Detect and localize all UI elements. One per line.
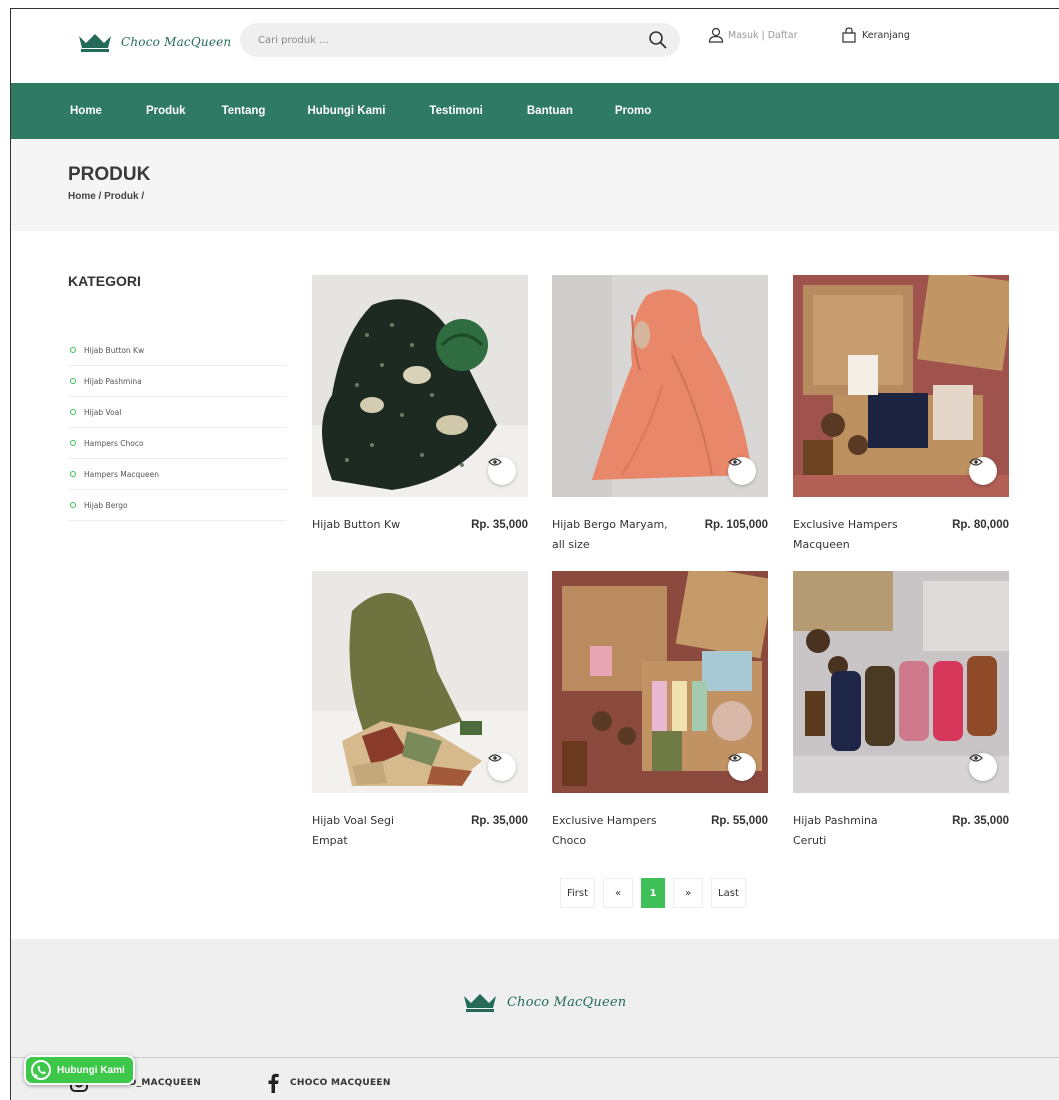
- category-list: Hijab Button Kw Hijab Pashmina Hijab Voa…: [68, 335, 286, 521]
- circle-bullet-icon: [70, 471, 76, 477]
- nav-item-tentang[interactable]: Tentang: [222, 105, 266, 117]
- product-price: Rp. 35,000: [952, 815, 1009, 827]
- account-label[interactable]: Masuk | Daftar: [728, 30, 798, 41]
- product-price: Rp. 35,000: [471, 815, 528, 827]
- category-item-hijab-voal[interactable]: Hijab Voal: [68, 397, 286, 428]
- breadcrumb[interactable]: Home / Produk /: [68, 191, 144, 202]
- product-image[interactable]: [793, 275, 1009, 497]
- quick-view-button[interactable]: [488, 753, 516, 781]
- search-box: [240, 23, 680, 57]
- search-icon[interactable]: [648, 30, 668, 50]
- cart-label[interactable]: Keranjang: [862, 30, 910, 41]
- quick-view-button[interactable]: [488, 457, 516, 485]
- product-card[interactable]: Hijab Bergo Maryam, all size Rp. 105,000: [552, 275, 768, 551]
- product-image[interactable]: [552, 571, 768, 793]
- product-name[interactable]: Hijab Voal Segi Empat: [312, 811, 432, 851]
- product-name[interactable]: Hijab Button Kw: [312, 515, 432, 535]
- search-input[interactable]: [240, 23, 620, 57]
- quick-view-button[interactable]: [969, 753, 997, 781]
- eye-icon: [728, 458, 742, 466]
- product-name[interactable]: Exclusive Hampers Macqueen: [793, 515, 913, 555]
- whatsapp-contact-button[interactable]: Hubungi Kami: [24, 1055, 135, 1085]
- footer: Choco MacQueen CHOCO_MACQUEEN CHOCO MACQ…: [11, 939, 1059, 1100]
- pagination-next[interactable]: »: [673, 878, 704, 908]
- category-label: Hijab Voal: [84, 407, 122, 417]
- product-card[interactable]: Hijab Button Kw Rp. 35,000: [312, 275, 528, 531]
- product-price: Rp. 105,000: [704, 519, 768, 531]
- pagination-page-1[interactable]: 1: [641, 878, 666, 908]
- page-frame: Choco MacQueen Masuk | Daftar Keranjang: [10, 8, 1059, 1100]
- page-header: PRODUK Home / Produk /: [11, 139, 1059, 231]
- quick-view-button[interactable]: [969, 457, 997, 485]
- product-name[interactable]: Hijab Pashmina Ceruti: [793, 811, 913, 851]
- circle-bullet-icon: [70, 440, 76, 446]
- category-label: Hampers Macqueen: [84, 469, 159, 479]
- page-title: PRODUK: [68, 164, 151, 185]
- facebook-icon: [268, 1073, 279, 1093]
- circle-bullet-icon: [70, 502, 76, 508]
- product-card[interactable]: Hijab Voal Segi Empat Rp. 35,000: [312, 571, 528, 847]
- pagination-prev[interactable]: «: [603, 878, 634, 908]
- category-label: Hampers Choco: [84, 438, 144, 448]
- eye-icon: [969, 458, 983, 466]
- product-name[interactable]: Exclusive Hampers Choco: [552, 811, 672, 851]
- product-image[interactable]: [552, 275, 768, 497]
- brand-logo[interactable]: Choco MacQueen: [77, 31, 231, 53]
- product-price: Rp. 80,000: [952, 519, 1009, 531]
- nav-item-hubungi-kami[interactable]: Hubungi Kami: [307, 105, 385, 117]
- facebook-link[interactable]: CHOCO MACQUEEN: [266, 1073, 391, 1093]
- whatsapp-icon: [31, 1060, 51, 1080]
- product-name[interactable]: Hijab Bergo Maryam, all size: [552, 515, 672, 555]
- eye-icon: [728, 754, 742, 762]
- eye-icon: [969, 754, 983, 762]
- crown-icon: [464, 994, 496, 1012]
- nav-item-produk[interactable]: Produk: [146, 105, 186, 117]
- pagination-first[interactable]: First: [560, 878, 596, 908]
- quick-view-button[interactable]: [728, 753, 756, 781]
- footer-brand-name: Choco MacQueen: [507, 994, 627, 1010]
- eye-icon: [488, 754, 502, 762]
- product-card[interactable]: Exclusive Hampers Choco Rp. 55,000: [552, 571, 768, 847]
- nav-item-testimoni[interactable]: Testimoni: [429, 105, 482, 117]
- product-image[interactable]: [793, 571, 1009, 793]
- top-bar: Choco MacQueen Masuk | Daftar Keranjang: [11, 9, 1059, 83]
- shopping-bag-icon: [842, 27, 856, 43]
- product-image[interactable]: [312, 571, 528, 793]
- cart-link[interactable]: Keranjang: [841, 27, 910, 43]
- brand-name: Choco MacQueen: [121, 35, 232, 49]
- product-image[interactable]: [312, 275, 528, 497]
- category-title: KATEGORI: [68, 273, 141, 289]
- category-label: Hijab Pashmina: [84, 376, 142, 386]
- category-item-hampers-macqueen[interactable]: Hampers Macqueen: [68, 459, 286, 490]
- account-link[interactable]: Masuk | Daftar: [708, 27, 798, 43]
- nav-item-home[interactable]: Home: [70, 105, 102, 117]
- category-label: Hijab Bergo: [84, 500, 128, 510]
- category-item-hampers-choco[interactable]: Hampers Choco: [68, 428, 286, 459]
- footer-logo[interactable]: Choco MacQueen: [461, 991, 626, 1013]
- circle-bullet-icon: [70, 409, 76, 415]
- circle-bullet-icon: [70, 347, 76, 353]
- category-item-hijab-pashmina[interactable]: Hijab Pashmina: [68, 366, 286, 397]
- crown-icon: [79, 34, 111, 52]
- main-nav: Home Produk Tentang Hubungi Kami Testimo…: [11, 83, 1059, 139]
- nav-item-bantuan[interactable]: Bantuan: [527, 105, 573, 117]
- whatsapp-label[interactable]: Hubungi Kami: [57, 1065, 125, 1076]
- product-price: Rp. 55,000: [711, 815, 768, 827]
- footer-divider: [11, 1057, 1059, 1058]
- circle-bullet-icon: [70, 378, 76, 384]
- pagination: First « 1 » Last: [560, 878, 746, 908]
- quick-view-button[interactable]: [728, 457, 756, 485]
- pagination-last[interactable]: Last: [711, 878, 746, 908]
- eye-icon: [488, 458, 502, 466]
- product-price: Rp. 35,000: [471, 519, 528, 531]
- facebook-handle[interactable]: CHOCO MACQUEEN: [290, 1078, 391, 1088]
- product-card[interactable]: Exclusive Hampers Macqueen Rp. 80,000: [793, 275, 1009, 551]
- nav-item-promo[interactable]: Promo: [615, 105, 651, 117]
- product-card[interactable]: Hijab Pashmina Ceruti Rp. 35,000: [793, 571, 1009, 847]
- user-icon: [708, 27, 724, 43]
- category-item-hijab-bergo[interactable]: Hijab Bergo: [68, 490, 286, 521]
- category-label: Hijab Button Kw: [84, 345, 145, 355]
- category-item-hijab-button-kw[interactable]: Hijab Button Kw: [68, 335, 286, 366]
